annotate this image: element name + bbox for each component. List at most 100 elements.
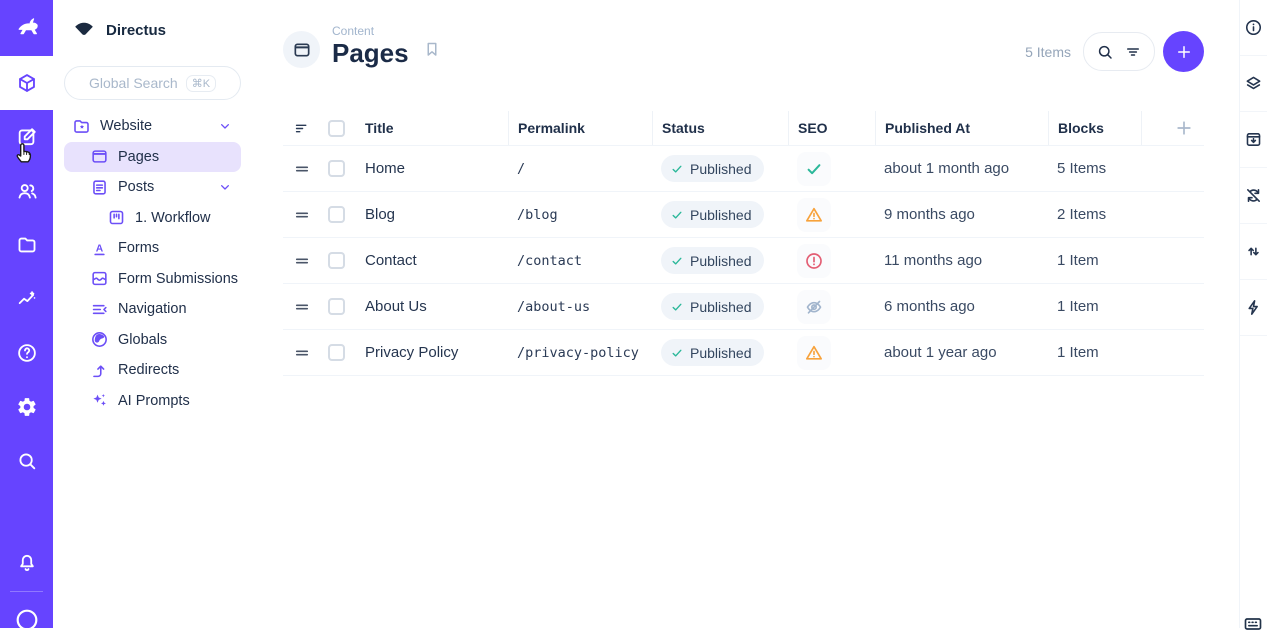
drag-handle[interactable] (283, 160, 320, 178)
sync-disabled-button[interactable] (1240, 168, 1267, 224)
cell-title: Contact (356, 252, 508, 269)
column-header-permalink[interactable]: Permalink (508, 111, 652, 145)
filter-icon[interactable] (1124, 43, 1142, 61)
sidebar-item-redirects[interactable]: Redirects (64, 355, 241, 386)
table-row-contact[interactable]: Contact/contactPublished11 months ago1 I… (283, 238, 1204, 284)
sidebar-item-label: Posts (118, 179, 154, 195)
module-insights-button[interactable] (0, 272, 53, 326)
drag-handle[interactable] (283, 206, 320, 224)
module-settings-button[interactable] (0, 380, 53, 434)
module-users-button[interactable] (0, 164, 53, 218)
status-badge: Published (661, 293, 764, 320)
sidebar-item-pages[interactable]: Pages (64, 142, 241, 173)
page-title: Pages (332, 39, 409, 67)
seo-hidden-icon (797, 290, 831, 324)
archive-button[interactable] (1240, 112, 1267, 168)
check-icon (670, 300, 684, 314)
sync-off-icon (1244, 186, 1263, 205)
doc-icon (90, 178, 109, 197)
drag-handle-icon (293, 206, 311, 224)
bookmark-icon[interactable] (423, 40, 441, 58)
drag-handle[interactable] (283, 252, 320, 270)
drag-handle[interactable] (283, 344, 320, 362)
sidebar-item-1-workflow[interactable]: 1. Workflow (64, 203, 241, 234)
cell-status: Published (652, 155, 788, 182)
user-avatar[interactable] (0, 594, 53, 628)
add-item-button[interactable] (1163, 31, 1204, 72)
module-divider (10, 591, 43, 592)
table-row-home[interactable]: Home/Publishedabout 1 month ago5 Items (283, 146, 1204, 192)
help-icon (16, 342, 38, 364)
sidebar-item-label: Globals (118, 332, 167, 348)
drag-handle-icon (293, 252, 311, 270)
row-checkbox[interactable] (328, 252, 345, 269)
keyboard-icon (1243, 614, 1263, 634)
table-row-blog[interactable]: Blog/blogPublished9 months ago2 Items (283, 192, 1204, 238)
items-table: TitlePermalinkStatusSEOPublished AtBlock… (283, 111, 1204, 376)
info-sidebar-button[interactable] (1240, 0, 1267, 56)
status-badge: Published (661, 339, 764, 366)
cell-permalink: /privacy-policy (508, 345, 652, 361)
row-checkbox[interactable] (328, 344, 345, 361)
row-checkbox[interactable] (328, 160, 345, 177)
cell-status: Published (652, 293, 788, 320)
chevron-down-icon[interactable] (217, 179, 233, 195)
global-search-input[interactable]: Global Search ⌘K (64, 66, 241, 100)
module-files-button[interactable] (0, 218, 53, 272)
flows-button[interactable] (1240, 280, 1267, 336)
project-row[interactable]: Directus (53, 0, 252, 42)
sidebar-item-form-submissions[interactable]: Form Submissions (64, 264, 241, 295)
nav-list-icon (90, 300, 109, 319)
collection-nav: Website Pages Posts 1. Workflow A Forms Form S… (53, 111, 252, 416)
insights-icon (16, 288, 38, 310)
column-header-title[interactable]: Title (356, 111, 508, 145)
module-editor-button[interactable] (0, 110, 53, 164)
module-content-button[interactable] (0, 56, 53, 110)
sidebar-item-label: Redirects (118, 362, 179, 378)
sidebar-item-label: Forms (118, 240, 159, 256)
sidebar-item-posts[interactable]: Posts (64, 172, 241, 203)
drag-handle-icon (293, 344, 311, 362)
manual-sort-button[interactable] (283, 111, 320, 145)
search-shortcut-badge: ⌘K (186, 75, 216, 92)
checkbox[interactable] (328, 120, 345, 137)
module-search-button[interactable] (0, 434, 53, 488)
chevron-down-icon[interactable] (217, 118, 233, 134)
cell-blocks: 1 Item (1048, 298, 1141, 315)
avatar-icon (14, 607, 40, 628)
row-checkbox[interactable] (328, 298, 345, 315)
sidebar-item-navigation[interactable]: Navigation (64, 294, 241, 325)
sidebar-item-globals[interactable]: Globals (64, 325, 241, 356)
letter-a-icon: A (90, 239, 109, 258)
column-header-published-at[interactable]: Published At (875, 111, 1048, 145)
layout-options-button[interactable] (1240, 56, 1267, 112)
notifications-button[interactable] (0, 537, 53, 589)
cell-seo (788, 244, 875, 278)
sidebar-item-label: Form Submissions (118, 271, 238, 287)
add-column-button[interactable] (1141, 111, 1204, 145)
cell-permalink: /contact (508, 253, 652, 269)
sidebar-item-label: Website (100, 118, 152, 134)
cell-permalink: /blog (508, 207, 652, 223)
sidebar-item-ai-prompts[interactable]: AI Prompts (64, 386, 241, 417)
table-row-about-us[interactable]: About Us/about-usPublished6 months ago1 … (283, 284, 1204, 330)
search-icon[interactable] (1096, 43, 1114, 61)
row-checkbox[interactable] (328, 206, 345, 223)
module-help-button[interactable] (0, 326, 53, 380)
table-row-privacy-policy[interactable]: Privacy Policy/privacy-policyPublishedab… (283, 330, 1204, 376)
cell-seo (788, 198, 875, 232)
cell-blocks: 5 Items (1048, 160, 1141, 177)
import-export-button[interactable] (1240, 224, 1267, 280)
column-header-seo[interactable]: SEO (788, 111, 875, 145)
cell-title: Privacy Policy (356, 344, 508, 361)
column-header-blocks[interactable]: Blocks (1048, 111, 1141, 145)
cell-seo (788, 290, 875, 324)
directus-logo[interactable] (0, 0, 53, 56)
drag-handle-icon (293, 298, 311, 316)
select-all-checkbox[interactable] (320, 111, 356, 145)
sidebar-item-website[interactable]: Website (64, 111, 241, 142)
check-icon (670, 162, 684, 176)
drag-handle[interactable] (283, 298, 320, 316)
sidebar-item-forms[interactable]: A Forms (64, 233, 241, 264)
column-header-status[interactable]: Status (652, 111, 788, 145)
